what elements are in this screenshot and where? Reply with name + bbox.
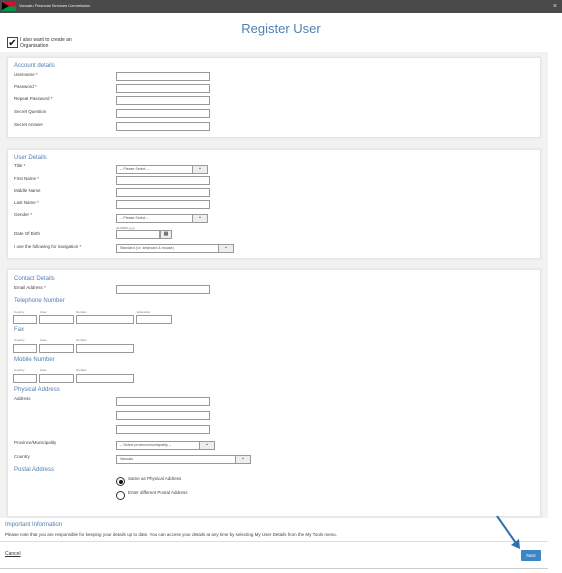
province-label: Province/Municipality	[14, 440, 57, 445]
create-organisation-checkbox[interactable]: ✔	[7, 37, 18, 49]
postal-different-label: Enter different Postal Address	[128, 490, 188, 495]
account-details-panel	[7, 57, 541, 138]
secret-question-input[interactable]	[116, 109, 210, 118]
address-label: Address	[14, 396, 31, 401]
mobile-number-input[interactable]	[76, 374, 134, 383]
next-button[interactable]: Next	[521, 550, 541, 561]
postal-different-radio[interactable]	[116, 491, 125, 500]
title-select[interactable]: -- Please Select -- ⌄	[116, 165, 208, 174]
country-label: Country	[14, 454, 30, 459]
postal-address-heading: Postal Address	[14, 467, 55, 473]
secret-answer-label: Secret Answer	[14, 122, 44, 127]
email-input[interactable]	[116, 285, 210, 294]
important-info-text: Please note that you are responsible for…	[5, 532, 337, 537]
telephone-extension-col: Extension	[137, 310, 151, 314]
address-line-1-input[interactable]	[116, 397, 210, 406]
mobile-area-col: Area	[40, 368, 47, 372]
chevron-down-icon[interactable]: ⌄	[199, 442, 214, 449]
mobile-area-input[interactable]	[39, 374, 74, 383]
fax-area-input[interactable]	[39, 344, 74, 353]
mobile-country-col: Country	[14, 368, 25, 372]
title-label: Title *	[14, 163, 26, 168]
repeat-password-label: Repeat Password *	[14, 96, 53, 101]
calendar-icon[interactable]: ▦	[160, 230, 172, 239]
telephone-heading: Telephone Number	[14, 298, 65, 304]
user-details-heading: User Details	[14, 155, 47, 161]
email-label: Email Address *	[14, 285, 46, 290]
navigation-label: I use the following for navigation *	[14, 244, 82, 249]
fax-country-input[interactable]	[13, 344, 37, 353]
middle-name-label: Middle Name	[14, 188, 41, 193]
cancel-link[interactable]: Cancel	[5, 551, 21, 557]
last-name-label: Last Name *	[14, 200, 39, 205]
footer-divider	[0, 541, 548, 542]
contact-details-panel	[7, 269, 541, 517]
postal-same-label: Same as Physical Address	[128, 476, 182, 481]
province-select[interactable]: -- Select province/municipality -- ⌄	[116, 441, 215, 450]
contact-details-heading: Contact Details	[14, 276, 55, 282]
app-header: Vanuatu Financial Services Commission ×	[0, 0, 562, 13]
country-select[interactable]: Vanuatu ⌄	[116, 455, 251, 464]
chevron-down-icon[interactable]: ⌄	[192, 166, 207, 173]
last-name-input[interactable]	[116, 200, 210, 209]
chevron-down-icon[interactable]: ⌄	[235, 456, 250, 463]
fax-area-col: Area	[40, 338, 47, 342]
page-title: Register User	[241, 21, 321, 36]
date-of-birth-input[interactable]	[116, 230, 160, 239]
navigation-select[interactable]: Standard (i.e. keyboard & mouse) ⌄	[116, 244, 234, 253]
telephone-number-col: Number	[76, 310, 87, 314]
telephone-area-col: Area	[40, 310, 47, 314]
telephone-extension-input[interactable]	[136, 315, 172, 324]
gender-select[interactable]: -- Please Select -- ⌄	[116, 214, 208, 223]
user-details-panel	[7, 149, 541, 259]
flag-logo	[2, 2, 16, 11]
address-line-2-input[interactable]	[116, 411, 210, 420]
close-icon[interactable]: ×	[553, 2, 557, 11]
important-info-title: Important Information	[5, 522, 63, 528]
arrow-annotation-icon	[496, 515, 520, 549]
title-select-value: -- Please Select --	[120, 167, 149, 171]
address-line-3-input[interactable]	[116, 425, 210, 434]
telephone-country-input[interactable]	[13, 315, 37, 324]
telephone-number-input[interactable]	[76, 315, 134, 324]
username-label: Username *	[14, 72, 38, 77]
organisation-name: Vanuatu Financial Services Commission	[19, 3, 91, 8]
create-organisation-label: I also want to create an Organisation	[20, 37, 72, 49]
account-details-heading: Account details	[14, 63, 55, 69]
password-label: Password *	[14, 84, 37, 89]
first-name-input[interactable]	[116, 176, 210, 185]
username-input[interactable]	[116, 72, 210, 81]
mobile-country-input[interactable]	[13, 374, 37, 383]
gender-select-value: -- Please Select --	[120, 216, 149, 220]
repeat-password-input[interactable]	[116, 96, 210, 105]
province-select-value: -- Select province/municipality --	[120, 443, 172, 447]
fax-heading: Fax	[14, 327, 25, 333]
first-name-label: First Name *	[14, 176, 40, 181]
chevron-down-icon[interactable]: ⌄	[218, 245, 233, 252]
date-of-birth-label: Date Of Birth	[14, 231, 41, 236]
chevron-down-icon[interactable]: ⌄	[192, 215, 207, 222]
arrow-shaft	[496, 515, 519, 547]
fax-number-input[interactable]	[76, 344, 134, 353]
password-input[interactable]	[116, 84, 210, 93]
bottom-divider	[0, 568, 548, 569]
navigation-select-value: Standard (i.e. keyboard & mouse)	[120, 246, 174, 250]
secret-question-label: Secret Question	[14, 109, 47, 114]
middle-name-input[interactable]	[116, 188, 210, 197]
postal-same-radio[interactable]	[116, 477, 125, 486]
mobile-number-col: Number	[76, 368, 87, 372]
country-select-value: Vanuatu	[120, 457, 134, 461]
telephone-country-col: Country	[14, 310, 25, 314]
arrow-head	[511, 539, 520, 549]
physical-address-heading: Physical Address	[14, 387, 60, 393]
gender-label: Gender *	[14, 212, 33, 217]
secret-answer-input[interactable]	[116, 122, 210, 131]
mobile-heading: Mobile Number	[14, 357, 55, 363]
fax-country-col: Country	[14, 338, 25, 342]
telephone-area-input[interactable]	[39, 315, 74, 324]
fax-number-col: Number	[76, 338, 87, 342]
